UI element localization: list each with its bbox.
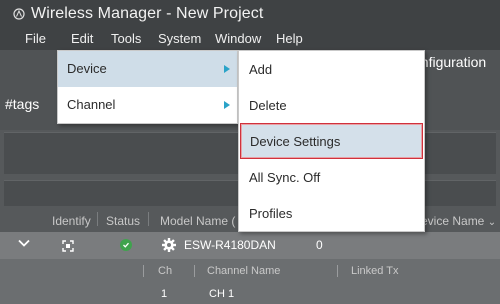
subcolumn-divider[interactable] [143, 265, 144, 277]
menu-item-channel[interactable]: Channel [58, 87, 237, 123]
menu-help[interactable]: Help [276, 31, 303, 46]
device-model-name: ESW-R4180DAN [184, 238, 276, 252]
menu-system[interactable]: System [158, 31, 201, 46]
submenu-item-all-sync-off[interactable]: All Sync. Off [239, 159, 424, 195]
subcolumn-channel-name[interactable]: Channel Name [207, 265, 280, 277]
device-value: 0 [316, 238, 323, 252]
submenu-item-device-settings-label: Device Settings [250, 134, 341, 149]
menu-tools[interactable]: Tools [111, 31, 141, 46]
menu-item-device-label: Device [67, 61, 107, 76]
menu-edit[interactable]: Edit [71, 31, 93, 46]
device-submenu: Add Delete Device Settings All Sync. Off… [238, 50, 425, 232]
subcolumn-ch[interactable]: Ch [158, 265, 172, 277]
submenu-arrow-icon [224, 101, 230, 109]
column-model-name[interactable]: Model Name ( [160, 214, 235, 228]
channel-row[interactable]: 1 CH 1 [0, 285, 500, 304]
submenu-item-delete[interactable]: Delete [239, 87, 424, 123]
subcolumn-divider[interactable] [337, 265, 338, 277]
submenu-item-device-settings[interactable]: Device Settings [240, 123, 423, 159]
gear-icon[interactable] [161, 237, 177, 253]
identify-icon[interactable] [62, 239, 74, 252]
submenu-arrow-icon [224, 65, 230, 73]
submenu-item-add[interactable]: Add [239, 51, 424, 87]
channel-number: 1 [161, 288, 168, 300]
menu-bar: File Edit Tools System Window Help [0, 28, 500, 50]
submenu-item-profiles[interactable]: Profiles [239, 195, 424, 231]
channel-subtable-header: Ch Channel Name Linked Tx [0, 263, 500, 281]
app-logo-icon [13, 8, 25, 20]
column-device-name-label: evice Name [421, 214, 485, 228]
status-ok-icon [120, 239, 132, 251]
submenu-item-add-label: Add [249, 62, 273, 77]
column-status[interactable]: Status [106, 214, 140, 228]
menu-window[interactable]: Window [215, 31, 261, 46]
expand-chevron-icon[interactable] [17, 236, 31, 250]
channel-name: CH 1 [209, 288, 235, 300]
subcolumn-divider[interactable] [194, 265, 195, 277]
submenu-item-delete-label: Delete [249, 98, 287, 113]
chevron-down-icon: ⌄ [487, 217, 497, 228]
submenu-item-profiles-label: Profiles [249, 206, 293, 221]
menu-item-device[interactable]: Device [58, 51, 237, 87]
menu-item-channel-label: Channel [67, 97, 116, 112]
title-bar: Wireless Manager - New Project [0, 0, 500, 28]
tags-label: #tags [5, 96, 40, 112]
edit-menu-dropdown: Device Channel [57, 50, 238, 124]
column-divider[interactable] [148, 212, 149, 226]
column-device-name[interactable]: evice Name ⌄ [421, 214, 496, 228]
submenu-item-all-sync-off-label: All Sync. Off [249, 170, 321, 185]
table-row[interactable]: ESW-R4180DAN 0 [0, 232, 500, 259]
subcolumn-linked-tx[interactable]: Linked Tx [351, 265, 399, 277]
menu-file[interactable]: File [25, 31, 46, 46]
window-title: Wireless Manager - New Project [31, 5, 264, 22]
column-divider[interactable] [97, 212, 98, 226]
column-identify[interactable]: Identify [52, 214, 91, 228]
